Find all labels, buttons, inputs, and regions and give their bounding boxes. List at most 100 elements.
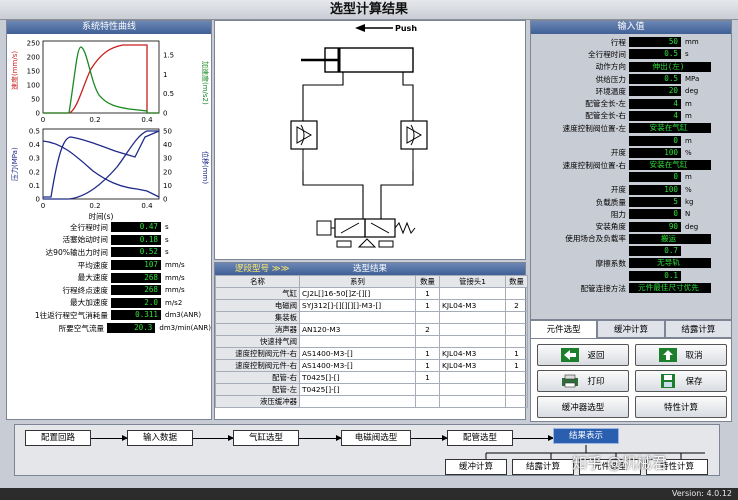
chart1-ylabel-left: 速度(mm/s)	[10, 51, 19, 90]
action-buttons: 返回 取消 打印 保存 缓冲器选型 特性计算	[530, 338, 732, 422]
input-value[interactable]: 安装在气缸	[629, 123, 711, 134]
table-cell	[439, 371, 506, 384]
flow-step-solenoid-select[interactable]: 电磁阀选型	[341, 430, 411, 446]
input-value[interactable]: 无导轨	[629, 258, 711, 269]
param-unit: m/s2	[165, 298, 183, 307]
tick-label: 10	[163, 182, 172, 190]
table-cell: 快速排气阀	[215, 335, 300, 348]
tab-component-select[interactable]: 元件选型	[530, 320, 598, 338]
chart2-yticks-right: 50 40 30 20 10 0	[163, 128, 172, 204]
input-unit: m	[685, 173, 692, 182]
input-row: 负载质量 5 kg	[531, 196, 731, 208]
table-cell: 2	[415, 323, 440, 336]
flow-sub-buffer-calc[interactable]: 缓冲计算	[445, 459, 507, 475]
param-value: 0.311	[111, 310, 161, 321]
input-value[interactable]: 100	[629, 184, 681, 195]
tick-label: 50	[163, 128, 172, 136]
buffer-select-button[interactable]: 缓冲器选型	[537, 396, 629, 418]
param-row: 所要空气流量 20.3 dm3/min(ANR)	[7, 322, 211, 335]
column-header: 系列	[299, 275, 416, 288]
table-row: 液压缓冲器	[215, 395, 528, 408]
table-cell	[415, 311, 440, 324]
input-row: 配管全长-右 4 m	[531, 110, 731, 122]
flow-step-cylinder-select[interactable]: 气缸选型	[233, 430, 299, 446]
chart1-yticks-right: 1.5 1 0.5 0	[163, 52, 174, 118]
input-value[interactable]: 0.7	[629, 246, 681, 257]
speed-control-valve-left	[290, 120, 318, 171]
print-button[interactable]: 打印	[537, 370, 629, 392]
table-header: 名称 系列 数量 管接头1 数量	[215, 275, 528, 288]
flow-sub-dew-calc[interactable]: 结露计算	[512, 459, 574, 475]
input-label: 配管全长-右	[585, 111, 626, 121]
chart2-xlabel: 时间(s)	[89, 211, 114, 221]
param-unit: s	[165, 248, 169, 257]
selection-result-panel: 选型结果 逻段型号 ≫≫ 名称 系列 数量 管接头1 数量 气缸 CJ2L[]16-50[…	[214, 262, 528, 420]
model-tab-link[interactable]: 逻段型号 ≫≫	[235, 263, 290, 275]
table-cell: 配管-右	[215, 371, 300, 384]
input-value[interactable]: 0	[629, 172, 681, 183]
input-unit: mm	[685, 38, 699, 47]
tick-label: 250	[27, 40, 40, 48]
table-cell	[439, 323, 506, 336]
flow-step-input-data[interactable]: 输入数据	[127, 430, 193, 446]
table-cell	[439, 395, 506, 408]
input-unit: %	[685, 148, 692, 157]
table-cell: 气缸	[215, 287, 300, 300]
column-header: 数量	[505, 275, 528, 288]
tab-buffer-calc[interactable]: 缓冲计算	[597, 320, 665, 338]
table-row: 配管-右 T0425[]-[] 1	[215, 371, 528, 384]
tab-dew-calc[interactable]: 结露计算	[664, 320, 732, 338]
input-value[interactable]: 4	[629, 110, 681, 121]
tick-label: 0.2	[29, 168, 40, 176]
input-value[interactable]: 0.1	[629, 270, 681, 281]
flow-step-piping-select[interactable]: 配管选型	[447, 430, 513, 446]
table-cell	[299, 311, 416, 324]
table-cell	[505, 371, 528, 384]
param-label: 活塞始动时间	[62, 235, 108, 245]
input-row: 全行程时间 0.5 s	[531, 48, 731, 60]
input-unit: s	[685, 50, 689, 59]
input-value[interactable]: 0	[629, 209, 681, 220]
param-unit: dm3(ANR)	[165, 311, 202, 320]
param-value: 20.3	[107, 323, 156, 334]
input-value[interactable]: 0.5	[629, 74, 681, 85]
param-value: 0.47	[111, 222, 161, 233]
input-value[interactable]: 0	[629, 135, 681, 146]
table-row: 气缸 CJ2L[]16-50[]Z-[][] 1	[215, 287, 528, 300]
result-tabbar: 选型结果 逻段型号 ≫≫	[215, 263, 525, 275]
input-value[interactable]: 安装在气缸	[629, 160, 711, 171]
input-value[interactable]: 伸出(左)	[629, 61, 711, 72]
input-value[interactable]: 搬运	[629, 233, 711, 244]
table-cell	[299, 395, 416, 408]
flow-step-configure-circuit[interactable]: 配置回路	[25, 430, 91, 446]
input-value[interactable]: 90	[629, 221, 681, 232]
save-button[interactable]: 保存	[635, 370, 727, 392]
input-unit: deg	[685, 87, 699, 96]
table-row: 速度控制阀元件-右 AS1400-M3-[] 1 KJL04-M3 1	[215, 347, 528, 360]
tick-label: 0.2	[89, 116, 100, 124]
input-value[interactable]: 元件最佳尺寸优先	[629, 283, 711, 294]
table-cell	[505, 323, 528, 336]
table-cell: T0425[]-[]	[299, 383, 416, 396]
input-value[interactable]: 100	[629, 147, 681, 158]
input-value[interactable]: 50	[629, 37, 681, 48]
cancel-button[interactable]: 取消	[635, 344, 727, 366]
back-button[interactable]: 返回	[537, 344, 629, 366]
table-cell: 消声器	[215, 323, 300, 336]
input-label: 阻力	[610, 209, 626, 219]
input-unit: kg	[685, 198, 694, 206]
input-value[interactable]: 4	[629, 98, 681, 109]
tick-label: 20	[163, 168, 172, 176]
characteristic-calc-button[interactable]: 特性计算	[635, 396, 727, 418]
input-value[interactable]: 0.5	[629, 49, 681, 60]
input-value[interactable]: 20	[629, 86, 681, 97]
input-value[interactable]: 5	[629, 197, 681, 207]
input-unit: deg	[685, 222, 699, 231]
param-label: 1往返行程空气消耗量	[34, 310, 108, 320]
flow-step-result-display[interactable]: 结果表示	[553, 428, 619, 444]
param-label: 最大速度	[77, 273, 108, 283]
table-cell: 1	[415, 359, 440, 372]
input-unit: m	[685, 136, 692, 145]
table-cell: AS1400-M3-[]	[299, 359, 416, 372]
table-cell: 速度控制阀元件-右	[215, 347, 300, 360]
